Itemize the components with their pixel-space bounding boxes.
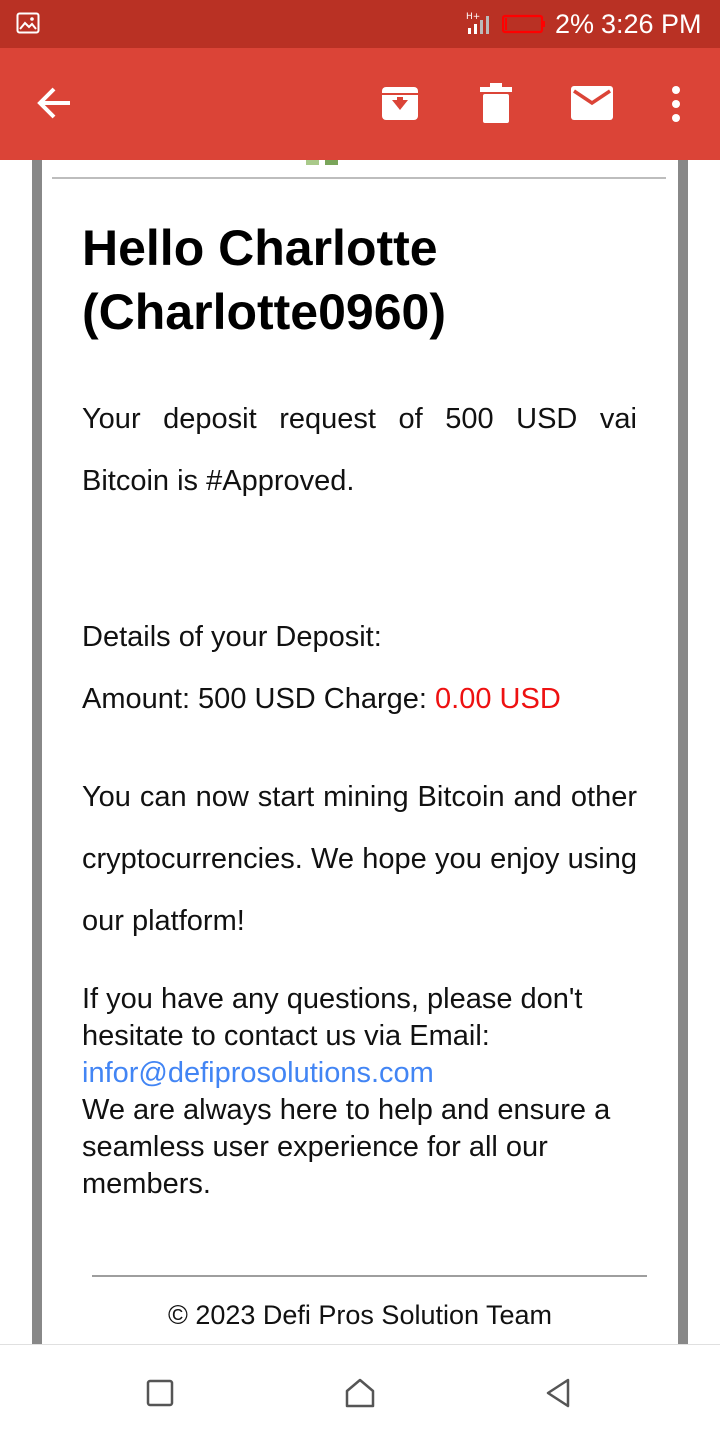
back-arrow-icon[interactable]	[36, 84, 74, 122]
email-body: Hello Charlotte (Charlotte0960) Your dep…	[42, 160, 678, 1344]
header-divider	[52, 177, 666, 179]
contact-text: If you have any questions, please don't …	[82, 983, 583, 1052]
delete-icon[interactable]	[480, 83, 512, 123]
gallery-notification-icon	[16, 12, 40, 34]
navigation-bar	[0, 1344, 720, 1441]
battery-icon	[502, 14, 545, 34]
mining-message: You can now start mining Bitcoin and oth…	[82, 781, 637, 937]
details-heading: Details of your Deposit:	[82, 621, 382, 653]
mark-unread-icon[interactable]	[570, 85, 614, 121]
amount-line: Amount: 500 USD Charge: 0.00 USD	[82, 668, 637, 730]
recent-apps-icon[interactable]	[142, 1375, 178, 1411]
greeting-heading: Hello Charlotte (Charlotte0960)	[82, 220, 446, 340]
contact-section: If you have any questions, please don't …	[82, 981, 637, 1203]
email-footer: © 2023 Defi Pros Solution Team	[167, 1300, 553, 1330]
contact-email-link[interactable]: infor@defiprosolutions.com	[82, 1057, 434, 1089]
footer-divider	[92, 1275, 647, 1277]
deposit-details: Details of your Deposit: Amount: 500 USD…	[82, 606, 637, 730]
deposit-message: Your deposit request of 500 USD vai Bitc…	[82, 403, 637, 497]
email-logo-fragment	[306, 160, 338, 165]
email-content: Hello Charlotte (Charlotte0960) Your dep…	[82, 216, 637, 1200]
network-type-label: H+	[466, 12, 480, 22]
home-icon[interactable]	[342, 1375, 378, 1411]
battery-percentage: 2%	[555, 9, 595, 39]
status-bar: H+ 2% 3:26 PM	[0, 0, 720, 48]
archive-icon[interactable]	[380, 83, 420, 123]
amount-label: Amount: 500 USD Charge:	[82, 683, 427, 715]
help-text: We are always here to help and ensure a …	[82, 1094, 611, 1200]
email-frame: Hello Charlotte (Charlotte0960) Your dep…	[32, 160, 688, 1344]
back-icon[interactable]	[540, 1375, 576, 1411]
charge-value: 0.00 USD	[435, 683, 561, 715]
status-clock: 3:26 PM	[601, 9, 702, 39]
signal-icon: H+	[466, 12, 489, 34]
more-options-icon[interactable]	[667, 85, 685, 123]
email-toolbar	[0, 48, 720, 160]
